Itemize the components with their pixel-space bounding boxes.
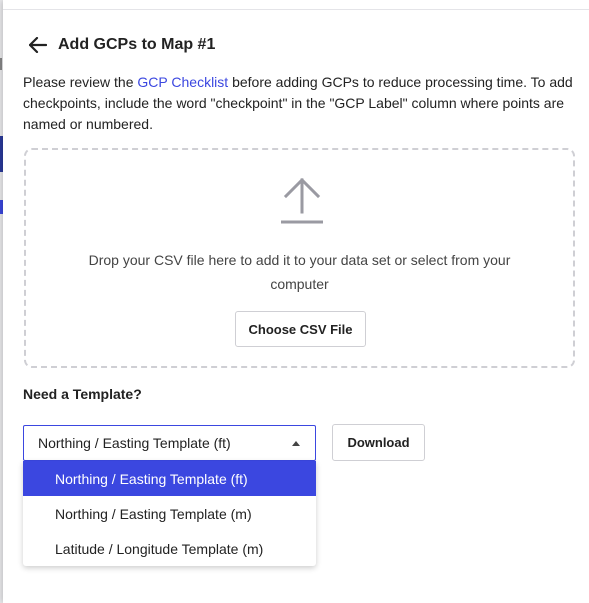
arrow-left-icon [29, 37, 47, 53]
intro-text-before: Please review the [23, 74, 138, 90]
background-fragment [0, 58, 2, 70]
template-select-value: Northing / Easting Template (ft) [38, 435, 231, 451]
choose-csv-file-button[interactable]: Choose CSV File [235, 311, 366, 347]
divider [3, 9, 589, 10]
caret-up-icon [292, 441, 300, 446]
panel-header: Add GCPs to Map #1 [27, 33, 215, 57]
csv-dropzone[interactable]: Drop your CSV file here to add it to you… [24, 148, 575, 368]
template-option-latitude-longitude-m[interactable]: Latitude / Longitude Template (m) [23, 531, 316, 566]
add-gcps-panel: Add GCPs to Map #1 Please review the GCP… [3, 0, 589, 603]
page-title: Add GCPs to Map #1 [58, 36, 216, 53]
template-dropdown-menu: Northing / Easting Template (ft) Northin… [23, 461, 316, 566]
template-heading: Need a Template? [23, 386, 142, 402]
dropzone-instructions: Drop your CSV file here to add it to you… [88, 252, 511, 292]
template-select[interactable]: Northing / Easting Template (ft) [23, 425, 316, 461]
gcp-checklist-link[interactable]: GCP Checklist [137, 74, 228, 90]
intro-text: Please review the GCP Checklist before a… [23, 72, 579, 135]
back-button[interactable] [27, 34, 49, 56]
template-option-northing-easting-m[interactable]: Northing / Easting Template (m) [23, 496, 316, 531]
template-option-northing-easting-ft[interactable]: Northing / Easting Template (ft) [23, 461, 316, 496]
upload-icon [281, 177, 323, 224]
download-button[interactable]: Download [332, 424, 425, 461]
